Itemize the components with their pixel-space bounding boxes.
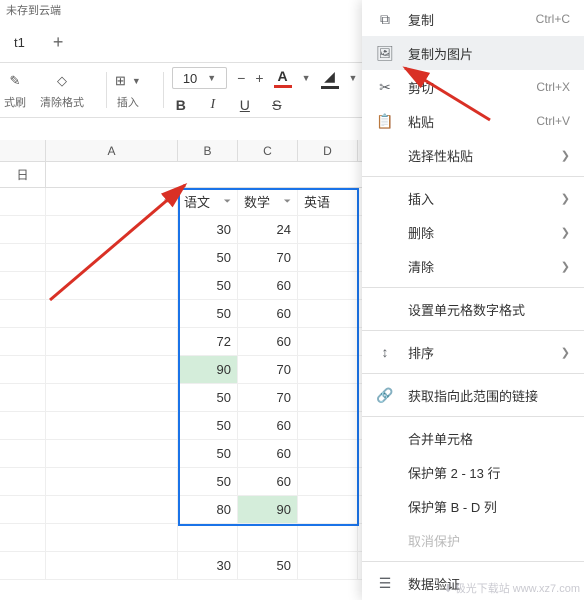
menu-clear[interactable]: 清除 ❯ (362, 249, 584, 283)
chevron-right-icon: ❯ (561, 260, 570, 273)
chevron-right-icon: ❯ (561, 226, 570, 239)
menu-protect-rows[interactable]: 保护第 2 - 13 行 (362, 455, 584, 489)
col-header-c[interactable]: C (238, 140, 298, 161)
underline-button[interactable]: U (236, 97, 254, 113)
add-sheet-button[interactable]: + (45, 32, 72, 53)
menu-copy-as-image[interactable]: 🖼 复制为图片 (362, 36, 584, 70)
sheet-tab[interactable]: t1 (6, 31, 33, 54)
menu-paste-special[interactable]: 选择性粘贴 ❯ (362, 138, 584, 172)
sort-icon: ↕ (376, 343, 394, 361)
cell[interactable]: 语文⏷ (178, 188, 238, 215)
paste-icon: 📋 (376, 112, 394, 130)
chevron-down-icon[interactable]: ▼ (302, 73, 311, 83)
menu-delete[interactable]: 删除 ❯ (362, 215, 584, 249)
font-size-decrease[interactable]: − (237, 70, 245, 86)
chevron-right-icon: ❯ (561, 192, 570, 205)
col-header-b[interactable]: B (178, 140, 238, 161)
menu-paste[interactable]: 📋 粘贴 Ctrl+V (362, 104, 584, 138)
copy-icon: ⧉ (376, 10, 394, 28)
image-icon: 🖼 (376, 44, 394, 62)
bold-button[interactable]: B (172, 97, 190, 113)
fill-icon: ◢ (324, 68, 335, 85)
col-header-d[interactable]: D (298, 140, 358, 161)
clear-icon: ◇ (57, 73, 67, 89)
watermark-icon: ⬇ (443, 582, 452, 595)
chevron-down-icon: ▼ (132, 76, 141, 86)
filter-icon[interactable]: ⏷ (224, 196, 231, 207)
brush-icon: ✎ (10, 73, 21, 89)
menu-merge-cells[interactable]: 合并单元格 (362, 421, 584, 455)
format-brush-tool[interactable]: ✎ 式刷 (4, 70, 26, 110)
strike-button[interactable]: S (268, 97, 286, 113)
cell-indicator[interactable]: 日 (0, 162, 46, 187)
menu-number-format[interactable]: 设置单元格数字格式 (362, 292, 584, 326)
chevron-right-icon: ❯ (561, 346, 570, 359)
menu-insert[interactable]: 插入 ❯ (362, 181, 584, 215)
watermark: ⬇ 极光下载站 www.xz7.com (443, 580, 580, 596)
font-size-increase[interactable]: + (255, 70, 263, 86)
clear-format-tool[interactable]: ◇ 清除格式 (40, 70, 84, 110)
filter-icon[interactable]: ⏷ (284, 196, 291, 207)
text-color-button[interactable]: A (274, 68, 292, 88)
context-menu: ⧉ 复制 Ctrl+C 🖼 复制为图片 ✂ 剪切 Ctrl+X 📋 粘贴 Ctr… (362, 0, 584, 600)
cell[interactable]: 英语 (298, 188, 358, 215)
insert-icon: ⊞ (115, 73, 126, 89)
menu-unprotect: 取消保护 (362, 523, 584, 557)
menu-sort[interactable]: ↕ 排序 ❯ (362, 335, 584, 369)
italic-button[interactable]: I (204, 97, 222, 113)
chevron-right-icon: ❯ (561, 149, 570, 162)
chevron-down-icon[interactable]: ▼ (349, 73, 358, 83)
save-status: 未存到云端 (0, 0, 67, 20)
menu-copy[interactable]: ⧉ 复制 Ctrl+C (362, 2, 584, 36)
insert-tool[interactable]: ⊞▼ 插入 (115, 70, 141, 110)
link-icon: 🔗 (376, 386, 394, 404)
select-all-corner[interactable] (0, 140, 46, 161)
cell[interactable]: 数学⏷ (238, 188, 298, 215)
col-header-a[interactable]: A (46, 140, 178, 161)
cell[interactable]: ⏷ (46, 188, 178, 215)
filter-icon[interactable]: ⏷ (164, 196, 171, 207)
menu-cut[interactable]: ✂ 剪切 Ctrl+X (362, 70, 584, 104)
font-size-select[interactable]: 10 ▼ (172, 67, 227, 89)
menu-protect-cols[interactable]: 保护第 B - D 列 (362, 489, 584, 523)
validation-icon: ☰ (376, 574, 394, 592)
chevron-down-icon: ▼ (207, 73, 216, 83)
fill-color-button[interactable]: ◢ (321, 68, 339, 89)
scissors-icon: ✂ (376, 78, 394, 96)
menu-get-link[interactable]: 🔗 获取指向此范围的链接 (362, 378, 584, 412)
